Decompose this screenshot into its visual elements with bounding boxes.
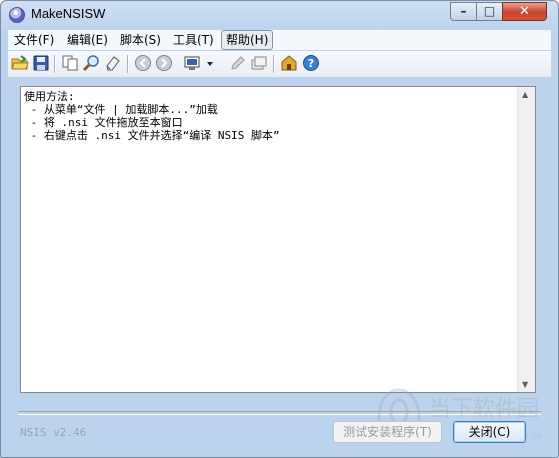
editor-line: 使用方法: <box>24 90 75 103</box>
output-textarea[interactable]: 使用方法: - 从菜单“文件 | 加载脚本...”加载 - 将 .nsi 文件拖… <box>20 86 536 393</box>
toolbar-separator <box>54 55 55 73</box>
app-icon <box>9 7 25 23</box>
dropdown-arrow-icon[interactable] <box>205 54 215 72</box>
test-installer-button[interactable]: 测试安装程序(T) <box>333 421 442 443</box>
open-folder-icon[interactable] <box>11 54 29 72</box>
minimize-button[interactable]: – <box>450 2 477 21</box>
toolbar-separator <box>273 55 274 73</box>
close-window-button[interactable]: ✕ <box>502 2 547 21</box>
toolbar-separator <box>127 55 128 73</box>
maximize-icon: □ <box>483 4 496 18</box>
close-button[interactable]: 关闭(C) <box>453 421 526 443</box>
svg-text:?: ? <box>308 57 314 70</box>
browse-icon[interactable] <box>250 54 268 72</box>
forward-icon[interactable] <box>155 54 173 72</box>
editor-content: 使用方法: - 从菜单“文件 | 加载脚本...”加载 - 将 .nsi 文件拖… <box>24 90 280 142</box>
menu-bar: 文件(F) 编辑(E) 脚本(S) 工具(T) 帮助(H) <box>8 30 551 50</box>
maximize-button[interactable]: □ <box>476 2 503 21</box>
clear-icon[interactable] <box>104 54 122 72</box>
menu-help[interactable]: 帮助(H) <box>221 30 274 50</box>
editor-line: - 右键点击 .nsi 文件并选择“编译 NSIS 脚本” <box>24 129 280 142</box>
menu-edit[interactable]: 编辑(E) <box>63 30 112 50</box>
menu-script[interactable]: 脚本(S) <box>116 30 165 50</box>
back-icon[interactable] <box>134 54 152 72</box>
watermark-text: 当下软件园 <box>429 397 539 422</box>
version-label: NSIS v2.46 <box>20 426 87 439</box>
copy-icon[interactable] <box>61 54 79 72</box>
title-bar[interactable]: MakeNSISW – □ ✕ <box>1 1 558 29</box>
scroll-up-icon[interactable]: ▲ <box>522 90 528 99</box>
window-title: MakeNSISW <box>31 6 106 21</box>
run-script-icon[interactable] <box>183 54 205 72</box>
editor-line: - 将 .nsi 文件拖放至本窗口 <box>24 116 183 129</box>
menu-file[interactable]: 文件(F) <box>10 30 58 50</box>
menu-tools[interactable]: 工具(T) <box>169 30 218 50</box>
editor-line: - 从菜单“文件 | 加载脚本...”加载 <box>24 103 218 116</box>
install-icon[interactable] <box>280 54 298 72</box>
main-window: MakeNSISW – □ ✕ 文件(F) 编辑(E) 脚本(S) 工具(T) … <box>0 0 559 458</box>
save-icon[interactable] <box>32 54 50 72</box>
minimize-icon: – <box>460 4 467 18</box>
close-icon: ✕ <box>519 4 530 19</box>
edit-icon[interactable] <box>228 54 246 72</box>
vertical-scrollbar[interactable]: ▲ ▼ <box>517 87 535 392</box>
find-icon[interactable] <box>82 54 100 72</box>
toolbar: ? <box>8 51 551 77</box>
help-icon[interactable]: ? <box>302 54 320 72</box>
